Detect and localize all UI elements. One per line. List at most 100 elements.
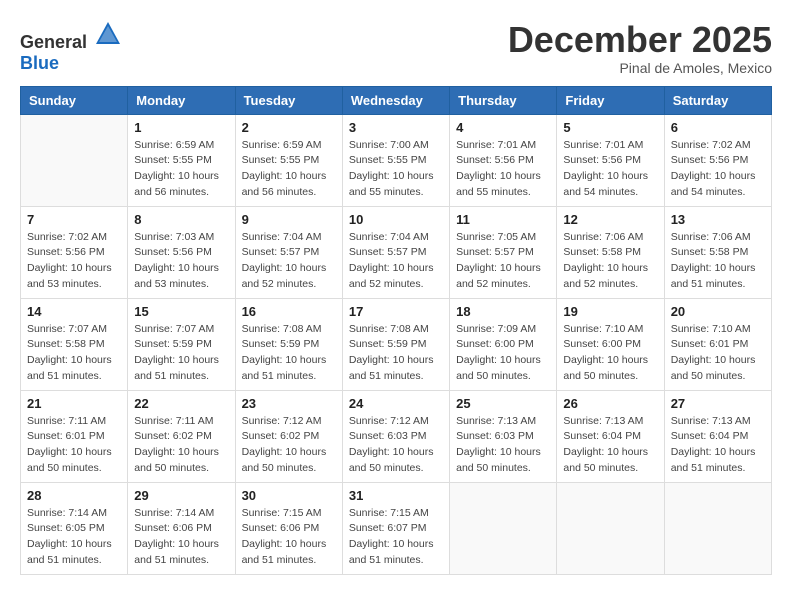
day-info: Sunrise: 7:02 AM Sunset: 5:56 PM Dayligh… bbox=[671, 138, 765, 201]
day-number: 29 bbox=[134, 488, 228, 503]
day-info: Sunrise: 7:12 AM Sunset: 6:03 PM Dayligh… bbox=[349, 414, 443, 477]
logo-general: General bbox=[20, 32, 87, 52]
day-number: 10 bbox=[349, 212, 443, 227]
day-number: 30 bbox=[242, 488, 336, 503]
day-info: Sunrise: 7:14 AM Sunset: 6:06 PM Dayligh… bbox=[134, 506, 228, 569]
week-row-2: 7 Sunrise: 7:02 AM Sunset: 5:56 PM Daylig… bbox=[21, 206, 772, 298]
day-number: 21 bbox=[27, 396, 121, 411]
day-number: 4 bbox=[456, 120, 550, 135]
calendar-cell bbox=[450, 482, 557, 574]
day-info: Sunrise: 7:06 AM Sunset: 5:58 PM Dayligh… bbox=[671, 230, 765, 293]
day-info: Sunrise: 7:01 AM Sunset: 5:56 PM Dayligh… bbox=[563, 138, 657, 201]
calendar-cell: 3Sunrise: 7:00 AM Sunset: 5:55 PM Daylig… bbox=[342, 114, 449, 206]
calendar-cell: 15 Sunrise: 7:07 AM Sunset: 5:59 PM Dayli… bbox=[128, 298, 235, 390]
week-row-4: 21Sunrise: 7:11 AM Sunset: 6:01 PM Dayli… bbox=[21, 390, 772, 482]
day-info: Sunrise: 7:15 AM Sunset: 6:07 PM Dayligh… bbox=[349, 506, 443, 569]
calendar-cell: 12 Sunrise: 7:06 AM Sunset: 5:58 PM Dayli… bbox=[557, 206, 664, 298]
day-number: 2 bbox=[242, 120, 336, 135]
day-info: Sunrise: 7:07 AM Sunset: 5:59 PM Dayligh… bbox=[134, 322, 228, 385]
calendar-cell: 16Sunrise: 7:08 AM Sunset: 5:59 PM Dayli… bbox=[235, 298, 342, 390]
calendar-cell: 23 Sunrise: 7:12 AM Sunset: 6:02 PM Dayli… bbox=[235, 390, 342, 482]
day-number: 1 bbox=[134, 120, 228, 135]
week-row-1: 1 Sunrise: 6:59 AM Sunset: 5:55 PM Daylig… bbox=[21, 114, 772, 206]
calendar-cell: 4 Sunrise: 7:01 AM Sunset: 5:56 PM Daylig… bbox=[450, 114, 557, 206]
calendar-cell: 9 Sunrise: 7:04 AM Sunset: 5:57 PM Daylig… bbox=[235, 206, 342, 298]
day-info: Sunrise: 7:04 AM Sunset: 5:57 PM Dayligh… bbox=[242, 230, 336, 293]
day-number: 26 bbox=[563, 396, 657, 411]
logo-blue: Blue bbox=[20, 53, 59, 73]
weekday-header-wednesday: Wednesday bbox=[342, 86, 449, 114]
weekday-header-saturday: Saturday bbox=[664, 86, 771, 114]
day-info: Sunrise: 7:13 AM Sunset: 6:04 PM Dayligh… bbox=[671, 414, 765, 477]
calendar-cell: 1 Sunrise: 6:59 AM Sunset: 5:55 PM Daylig… bbox=[128, 114, 235, 206]
day-info: Sunrise: 6:59 AM Sunset: 5:55 PM Dayligh… bbox=[134, 138, 228, 201]
day-info: Sunrise: 7:05 AM Sunset: 5:57 PM Dayligh… bbox=[456, 230, 550, 293]
calendar-cell: 10 Sunrise: 7:04 AM Sunset: 5:57 PM Dayli… bbox=[342, 206, 449, 298]
calendar-cell: 27Sunrise: 7:13 AM Sunset: 6:04 PM Dayli… bbox=[664, 390, 771, 482]
day-number: 20 bbox=[671, 304, 765, 319]
day-number: 31 bbox=[349, 488, 443, 503]
calendar-cell bbox=[664, 482, 771, 574]
day-info: Sunrise: 7:01 AM Sunset: 5:56 PM Dayligh… bbox=[456, 138, 550, 201]
day-number: 16 bbox=[242, 304, 336, 319]
location-subtitle: Pinal de Amoles, Mexico bbox=[508, 60, 772, 76]
day-number: 7 bbox=[27, 212, 121, 227]
logo-icon bbox=[94, 20, 122, 48]
day-number: 22 bbox=[134, 396, 228, 411]
day-number: 12 bbox=[563, 212, 657, 227]
day-info: Sunrise: 7:12 AM Sunset: 6:02 PM Dayligh… bbox=[242, 414, 336, 477]
weekday-header-sunday: Sunday bbox=[21, 86, 128, 114]
day-number: 13 bbox=[671, 212, 765, 227]
day-info: Sunrise: 7:10 AM Sunset: 6:00 PM Dayligh… bbox=[563, 322, 657, 385]
calendar-cell: 28Sunrise: 7:14 AM Sunset: 6:05 PM Dayli… bbox=[21, 482, 128, 574]
day-number: 28 bbox=[27, 488, 121, 503]
day-number: 11 bbox=[456, 212, 550, 227]
day-number: 18 bbox=[456, 304, 550, 319]
calendar-cell: 21Sunrise: 7:11 AM Sunset: 6:01 PM Dayli… bbox=[21, 390, 128, 482]
day-info: Sunrise: 7:13 AM Sunset: 6:03 PM Dayligh… bbox=[456, 414, 550, 477]
day-number: 9 bbox=[242, 212, 336, 227]
calendar-cell: 31 Sunrise: 7:15 AM Sunset: 6:07 PM Dayli… bbox=[342, 482, 449, 574]
day-info: Sunrise: 7:07 AM Sunset: 5:58 PM Dayligh… bbox=[27, 322, 121, 385]
calendar-cell: 17Sunrise: 7:08 AM Sunset: 5:59 PM Dayli… bbox=[342, 298, 449, 390]
calendar-cell: 24Sunrise: 7:12 AM Sunset: 6:03 PM Dayli… bbox=[342, 390, 449, 482]
logo-text: General Blue bbox=[20, 20, 122, 74]
weekday-header-thursday: Thursday bbox=[450, 86, 557, 114]
calendar-cell: 13 Sunrise: 7:06 AM Sunset: 5:58 PM Dayli… bbox=[664, 206, 771, 298]
day-info: Sunrise: 7:03 AM Sunset: 5:56 PM Dayligh… bbox=[134, 230, 228, 293]
calendar-cell: 22 Sunrise: 7:11 AM Sunset: 6:02 PM Dayli… bbox=[128, 390, 235, 482]
day-number: 8 bbox=[134, 212, 228, 227]
calendar-cell: 8 Sunrise: 7:03 AM Sunset: 5:56 PM Daylig… bbox=[128, 206, 235, 298]
calendar-cell: 7 Sunrise: 7:02 AM Sunset: 5:56 PM Daylig… bbox=[21, 206, 128, 298]
day-info: Sunrise: 6:59 AM Sunset: 5:55 PM Dayligh… bbox=[242, 138, 336, 201]
day-number: 5 bbox=[563, 120, 657, 135]
week-row-3: 14 Sunrise: 7:07 AM Sunset: 5:58 PM Dayli… bbox=[21, 298, 772, 390]
calendar-cell bbox=[557, 482, 664, 574]
calendar-cell: 11 Sunrise: 7:05 AM Sunset: 5:57 PM Dayli… bbox=[450, 206, 557, 298]
calendar-cell: 26 Sunrise: 7:13 AM Sunset: 6:04 PM Dayli… bbox=[557, 390, 664, 482]
logo: General Blue bbox=[20, 20, 122, 74]
day-number: 3 bbox=[349, 120, 443, 135]
day-info: Sunrise: 7:04 AM Sunset: 5:57 PM Dayligh… bbox=[349, 230, 443, 293]
day-info: Sunrise: 7:06 AM Sunset: 5:58 PM Dayligh… bbox=[563, 230, 657, 293]
day-info: Sunrise: 7:11 AM Sunset: 6:02 PM Dayligh… bbox=[134, 414, 228, 477]
day-info: Sunrise: 7:15 AM Sunset: 6:06 PM Dayligh… bbox=[242, 506, 336, 569]
calendar-cell: 5 Sunrise: 7:01 AM Sunset: 5:56 PM Daylig… bbox=[557, 114, 664, 206]
day-number: 14 bbox=[27, 304, 121, 319]
month-title: December 2025 bbox=[508, 20, 772, 60]
calendar-table: SundayMondayTuesdayWednesdayThursdayFrid… bbox=[20, 86, 772, 575]
day-info: Sunrise: 7:13 AM Sunset: 6:04 PM Dayligh… bbox=[563, 414, 657, 477]
day-number: 6 bbox=[671, 120, 765, 135]
weekday-header-tuesday: Tuesday bbox=[235, 86, 342, 114]
title-block: December 2025 Pinal de Amoles, Mexico bbox=[508, 20, 772, 76]
day-number: 23 bbox=[242, 396, 336, 411]
day-info: Sunrise: 7:08 AM Sunset: 5:59 PM Dayligh… bbox=[349, 322, 443, 385]
day-number: 15 bbox=[134, 304, 228, 319]
weekday-header-friday: Friday bbox=[557, 86, 664, 114]
day-info: Sunrise: 7:09 AM Sunset: 6:00 PM Dayligh… bbox=[456, 322, 550, 385]
calendar-cell: 19Sunrise: 7:10 AM Sunset: 6:00 PM Dayli… bbox=[557, 298, 664, 390]
weekday-header-monday: Monday bbox=[128, 86, 235, 114]
calendar-cell: 30 Sunrise: 7:15 AM Sunset: 6:06 PM Dayli… bbox=[235, 482, 342, 574]
calendar-cell: 29 Sunrise: 7:14 AM Sunset: 6:06 PM Dayli… bbox=[128, 482, 235, 574]
day-info: Sunrise: 7:02 AM Sunset: 5:56 PM Dayligh… bbox=[27, 230, 121, 293]
